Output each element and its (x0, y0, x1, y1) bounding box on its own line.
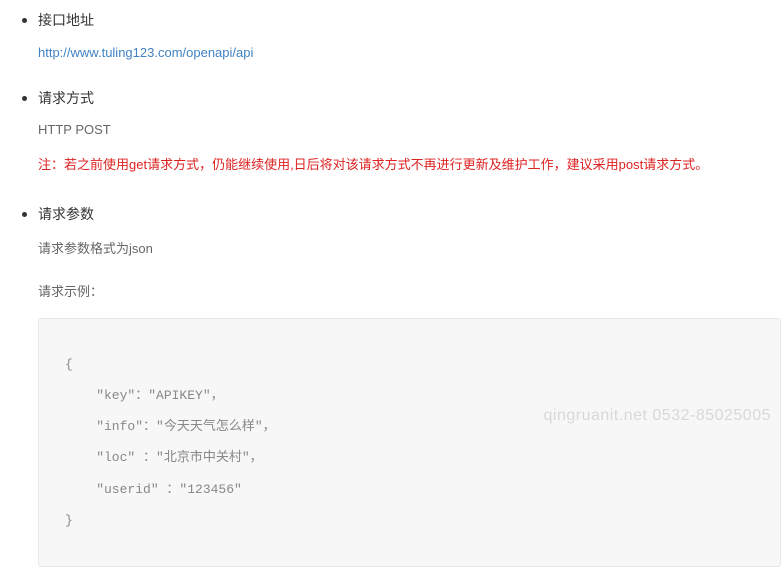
api-url-link[interactable]: http://www.tuling123.com/openapi/api (38, 45, 253, 60)
bullet-icon (22, 18, 27, 23)
section-title-method: 请求方式 (38, 88, 94, 108)
section-body-endpoint: http://www.tuling123.com/openapi/api (0, 44, 781, 60)
param-format-text: 请求参数格式为json (38, 238, 781, 257)
section-params: 请求参数 请求参数格式为json 请求示例： { "key"："APIKEY"，… (0, 204, 781, 567)
code-line: { (65, 349, 754, 380)
section-method: 请求方式 HTTP POST 注：若之前使用get请求方式，仍能继续使用,日后将… (0, 88, 781, 176)
http-method-text: HTTP POST (38, 122, 781, 137)
bullet-row: 请求参数 (0, 204, 781, 224)
bullet-row: 请求方式 (0, 88, 781, 108)
watermark-text: qingruanit.net 0532-85025005 (543, 407, 771, 425)
section-title-endpoint: 接口地址 (38, 10, 94, 30)
section-body-method: HTTP POST 注：若之前使用get请求方式，仍能继续使用,日后将对该请求方… (0, 122, 781, 176)
method-note: 注：若之前使用get请求方式，仍能继续使用,日后将对该请求方式不再进行更新及维护… (38, 155, 781, 176)
section-endpoint: 接口地址 http://www.tuling123.com/openapi/ap… (0, 10, 781, 60)
code-line: } (65, 505, 754, 536)
api-doc-content: 接口地址 http://www.tuling123.com/openapi/ap… (0, 0, 781, 567)
bullet-icon (22, 212, 27, 217)
section-title-params: 请求参数 (38, 204, 94, 224)
code-block: { "key"："APIKEY"， "info"："今天天气怎么样"， "loc… (38, 318, 781, 567)
code-line: "loc" ："北京市中关村"， (65, 442, 754, 473)
bullet-row: 接口地址 (0, 10, 781, 30)
code-line: "userid" ："123456" (65, 474, 754, 505)
bullet-icon (22, 96, 27, 101)
example-label: 请求示例： (38, 281, 781, 300)
section-body-params: 请求参数格式为json 请求示例： (0, 238, 781, 300)
